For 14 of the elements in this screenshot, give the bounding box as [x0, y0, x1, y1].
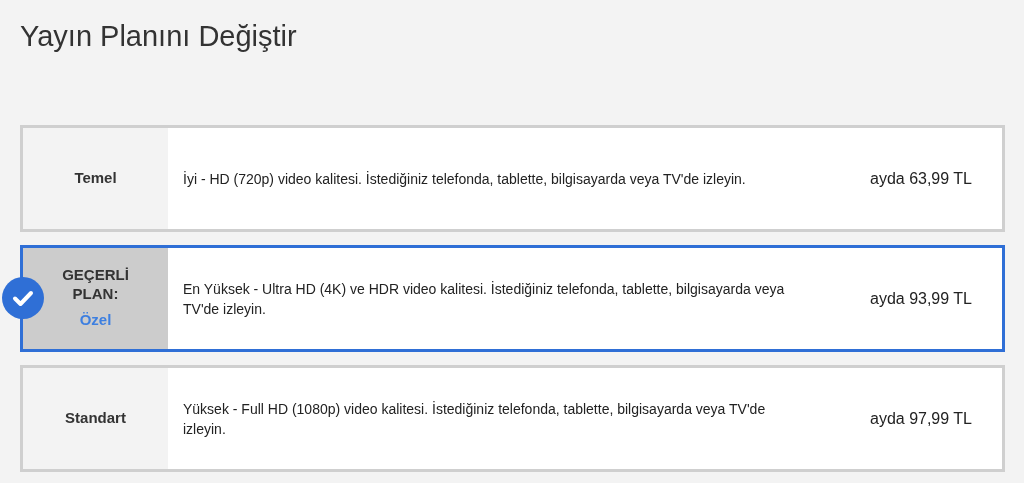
page-title: Yayın Planını Değiştir: [20, 19, 298, 54]
plan-price: ayda 63,99 TL: [870, 168, 972, 189]
plan-name: Özel: [79, 310, 112, 331]
current-plan-label: GEÇERLİ PLAN:: [61, 265, 130, 304]
plan-price: ayda 93,99 TL: [870, 288, 972, 309]
plan-card[interactable]: Temel İyi - HD (720p) video kalitesi. İstediğiniz telefonda, tablette, bilgisayarda veya TV'de izleyin. ayda 63,99 TL: [20, 125, 1005, 232]
plan-card[interactable]: Standart Yüksek - Full HD (1080p) video kalitesi. İstediğiniz telefonda, tablette, bilgisayarda veya TV'de izleyin. ayda 97,99 TL: [20, 365, 1005, 472]
plan-name: Temel: [74, 168, 117, 189]
plan-description: Yüksek - Full HD (1080p) video kalitesi. İstediğiniz telefonda, tablette, bilgisayarda veya TV'de izleyin.: [183, 399, 767, 439]
plan-card[interactable]: GEÇERLİ PLAN: Özel En Yüksek - Ultra HD (4K) ve HDR video kalitesi. İstediğiniz telefonda, tablette, bilgisayarda veya TV'de izleyin. ayda 93,99 TL: [20, 245, 1005, 352]
plan-price: ayda 97,99 TL: [870, 408, 972, 429]
plan-name: Standart: [65, 408, 126, 429]
plan-description: İyi - HD (720p) video kalitesi. İstediğiniz telefonda, tablette, bilgisayarda veya TV'de izleyin.: [183, 169, 747, 189]
plan-description: En Yüksek - Ultra HD (4K) ve HDR video kalitesi. İstediğiniz telefonda, tablette, bilgisayarda veya TV'de izleyin.: [183, 279, 786, 319]
